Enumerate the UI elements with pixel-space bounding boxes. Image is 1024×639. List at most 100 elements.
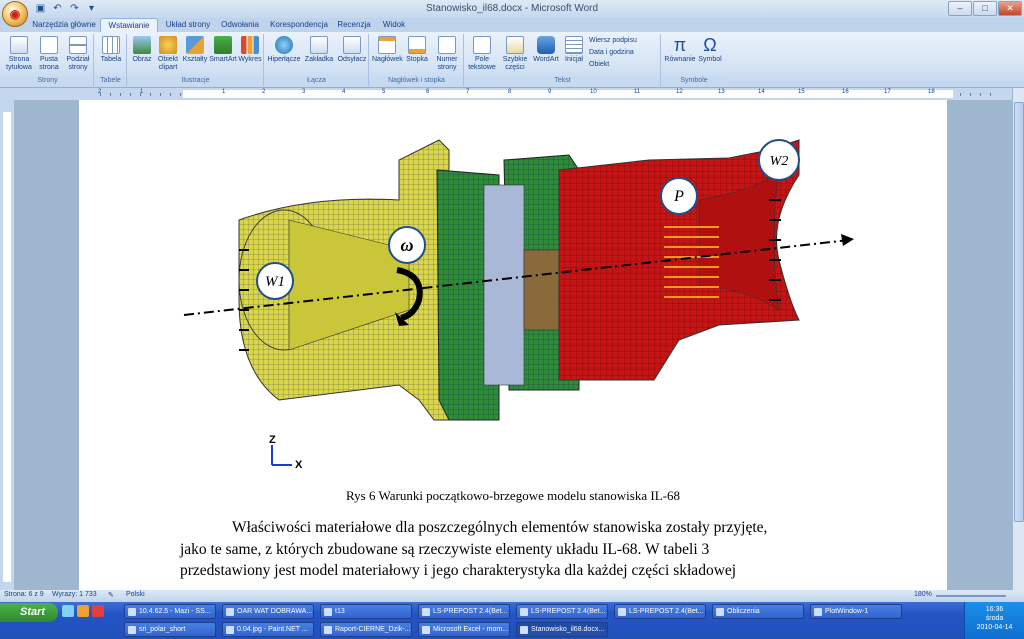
paragraph-line-3: przedstawiony jest model materiałowy i j… bbox=[180, 562, 737, 579]
chart-button[interactable]: Wykres bbox=[238, 36, 262, 64]
vertical-scrollbar[interactable] bbox=[1012, 88, 1024, 590]
status-bar: Strona: 6 z 9 Wyrazy: 1 733 ✎ Polski 180… bbox=[0, 590, 1024, 602]
ribbon-tabs: Narzędzia główne Wstawianie Układ strony… bbox=[0, 18, 1024, 48]
maximize-button[interactable]: □ bbox=[973, 1, 997, 16]
cross-reference-button[interactable]: Odsyłacz bbox=[336, 36, 368, 64]
tab-insert[interactable]: Wstawianie bbox=[100, 18, 158, 32]
group-text: Pole tekstowe Szybkie części WordArt Ini… bbox=[465, 34, 661, 86]
taskbar-item[interactable]: Raport-CIERNE_Dzik-... bbox=[320, 622, 412, 637]
group-header-footer: Nagłówek Stopka Numer strony Nagłówek i … bbox=[370, 34, 464, 86]
axis-arrowhead bbox=[841, 234, 854, 246]
paragraph-line-2: jako te same, z których zbudowane są rze… bbox=[180, 541, 710, 558]
clock-date: 2010-04-14 bbox=[976, 624, 1013, 631]
taskbar-item[interactable]: 0.04.jpg - Paint.NET ... bbox=[222, 622, 314, 637]
page-number-button[interactable]: Numer strony bbox=[432, 36, 462, 72]
browser-icon[interactable] bbox=[77, 605, 89, 617]
tab-references[interactable]: Odwołania bbox=[216, 18, 264, 32]
taskbar-item[interactable]: LS-PREPOST 2.4(Bet... bbox=[516, 604, 608, 619]
group-tables: Tabela Tabele bbox=[95, 34, 127, 86]
word-count[interactable]: Wyrazy: 1 733 bbox=[52, 591, 97, 598]
scrollbar-thumb[interactable] bbox=[1014, 102, 1024, 522]
taskbar-item[interactable]: 10.4.62.5 - Mazi - SS... bbox=[124, 604, 216, 619]
clipart-button[interactable]: Obiekt clipart bbox=[155, 36, 181, 72]
taskbar-item[interactable]: LS-PREPOST 2.4(Bet... bbox=[418, 604, 510, 619]
footer-button[interactable]: Stopka bbox=[403, 36, 431, 64]
group-label-pages: Strony bbox=[2, 76, 93, 86]
paragraph-line-1: Właściwości materiałowe dla poszczególny… bbox=[232, 519, 768, 536]
bookmark-button[interactable]: Zakładka bbox=[303, 36, 335, 64]
fem-model-figure: W1 ω P W2 Z X bbox=[183, 139, 854, 471]
taskbar-item[interactable]: t13 bbox=[320, 604, 412, 619]
taskbar-item[interactable]: PlotWindow-1 bbox=[810, 604, 902, 619]
tab-view[interactable]: Widok bbox=[378, 18, 410, 32]
app-icon[interactable] bbox=[92, 605, 104, 617]
page-break-button[interactable]: Podział strony bbox=[64, 36, 92, 72]
symbol-button[interactable]: Ω Symbol bbox=[697, 36, 723, 64]
taskbar: Start 10.4.62.5 - Mazi - SS... OAR WAT D… bbox=[0, 602, 1024, 639]
clock-day: środa bbox=[985, 615, 1004, 622]
group-label-header-footer: Nagłówek i stopka bbox=[370, 76, 463, 86]
taskbar-item[interactable]: Obliczenia bbox=[712, 604, 804, 619]
tab-home[interactable]: Narzędzia główne bbox=[32, 18, 96, 32]
quick-parts-button[interactable]: Szybkie części bbox=[499, 36, 531, 72]
group-symbols: π Równanie Ω Symbol Symbole bbox=[662, 34, 726, 86]
window-controls: – □ ✕ bbox=[948, 1, 1022, 16]
taskbar-item[interactable]: Microsoft Excel - mom... bbox=[418, 622, 510, 637]
document-page[interactable]: W1 ω P W2 Z X bbox=[79, 100, 947, 590]
drop-cap-button[interactable]: Inicjał bbox=[561, 36, 587, 64]
date-time-button[interactable]: Data i godzina bbox=[589, 49, 634, 56]
object-button[interactable]: Obiekt bbox=[589, 61, 609, 68]
taskbar-item[interactable]: LS-PREPOST 2.4(Bet... bbox=[614, 604, 706, 619]
desktop-icon[interactable] bbox=[62, 605, 74, 617]
blank-page-button[interactable]: Pusta strona bbox=[36, 36, 62, 72]
zoom-level[interactable]: 180% bbox=[914, 591, 932, 598]
figure-caption: Rys 6 Warunki początkowo-brzegowe modelu… bbox=[346, 488, 680, 503]
quick-launch bbox=[62, 605, 104, 617]
language-indicator[interactable]: Polski bbox=[126, 591, 145, 598]
close-button[interactable]: ✕ bbox=[998, 1, 1022, 16]
w2-label: W2 bbox=[770, 154, 789, 169]
tab-review[interactable]: Recenzja bbox=[334, 18, 374, 32]
equation-button[interactable]: π Równanie bbox=[664, 36, 696, 64]
ruler-numbers: 2 1 1 2 3 4 5 6 7 8 9 10 11 12 13 14 15 … bbox=[98, 89, 935, 95]
minimize-button[interactable]: – bbox=[948, 1, 972, 16]
office-button[interactable]: ◉ bbox=[2, 1, 28, 27]
group-links: Hiperłącze Zakładka Odsyłacz Łącza bbox=[265, 34, 369, 86]
group-label-illustrations: Ilustracje bbox=[128, 76, 263, 86]
window-title: Stanowisko_il68.docx - Microsoft Word bbox=[425, 3, 599, 14]
taskbar-item[interactable]: OAR WAT DOBRAWA... bbox=[222, 604, 314, 619]
shapes-button[interactable]: Kształty bbox=[182, 36, 208, 64]
tab-page-layout[interactable]: Układ strony bbox=[160, 18, 216, 32]
w1-label: W1 bbox=[265, 274, 285, 290]
group-label-links: Łącza bbox=[265, 76, 368, 86]
group-label-text: Tekst bbox=[465, 76, 660, 86]
cover-page-button[interactable]: Strona tytułowa bbox=[4, 36, 34, 72]
signature-line-button[interactable]: Wiersz podpisu bbox=[589, 37, 637, 44]
group-label-symbols: Symbole bbox=[662, 76, 726, 86]
start-button[interactable]: Start bbox=[0, 603, 58, 622]
clock-time[interactable]: 16:36 bbox=[965, 605, 1024, 614]
group-illustrations: Obraz Obiekt clipart Kształty SmartArt W… bbox=[128, 34, 264, 86]
p-label: P bbox=[673, 188, 684, 205]
proofing-icon[interactable]: ✎ bbox=[108, 591, 114, 599]
taskbar-item[interactable]: sri_polar_short bbox=[124, 622, 216, 637]
page-count[interactable]: Strona: 6 z 9 bbox=[4, 591, 44, 598]
wordart-button[interactable]: WordArt bbox=[532, 36, 560, 64]
group-pages: Strona tytułowa Pusta strona Podział str… bbox=[2, 34, 94, 86]
zoom-slider[interactable] bbox=[936, 595, 1006, 597]
text-box-button[interactable]: Pole tekstowe bbox=[467, 36, 497, 72]
hyperlink-button[interactable]: Hiperłącze bbox=[267, 36, 301, 64]
omega-label: ω bbox=[400, 235, 413, 255]
z-axis-label: Z bbox=[269, 434, 276, 446]
ribbon: Strona tytułowa Pusta strona Podział str… bbox=[0, 32, 1024, 88]
taskbar-item-active[interactable]: Stanowisko_il68.docx... bbox=[516, 622, 608, 637]
picture-button[interactable]: Obraz bbox=[130, 36, 154, 64]
group-label-tables: Tabele bbox=[95, 76, 126, 86]
smartart-button[interactable]: SmartArt bbox=[209, 36, 237, 64]
header-button[interactable]: Nagłówek bbox=[372, 36, 403, 64]
title-bar: ▣ ↶ ↷ ▾ Stanowisko_il68.docx - Microsoft… bbox=[0, 0, 1024, 18]
table-button[interactable]: Tabela bbox=[97, 36, 125, 64]
tab-mailings[interactable]: Korespondencja bbox=[266, 18, 332, 32]
x-axis-label: X bbox=[295, 459, 303, 471]
brake-disc bbox=[483, 184, 525, 386]
